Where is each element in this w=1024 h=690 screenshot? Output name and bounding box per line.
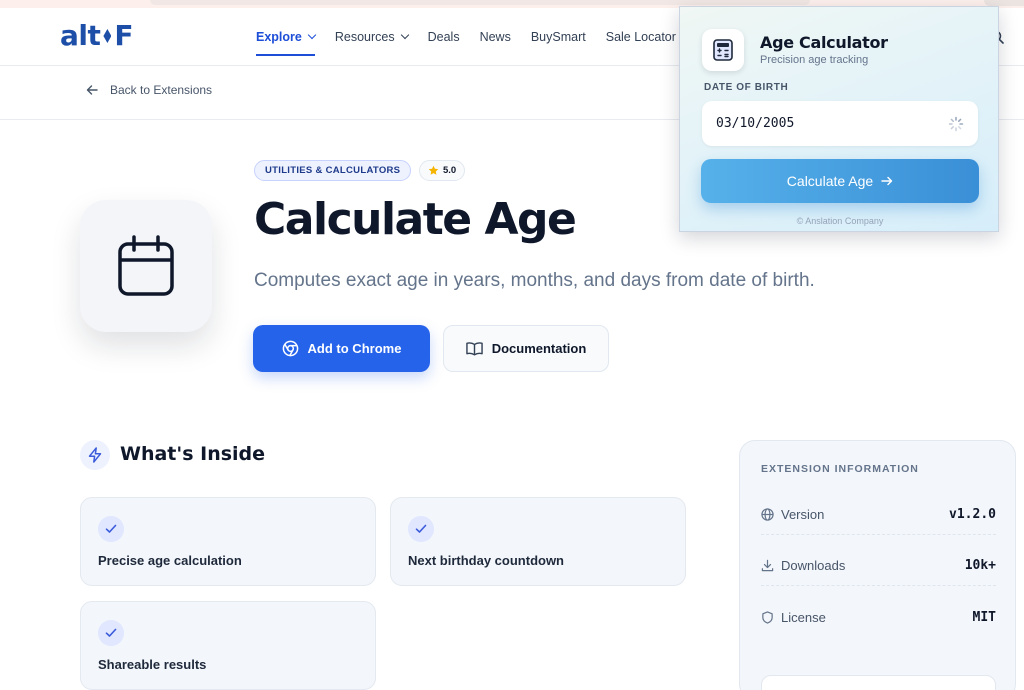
calendar-icon xyxy=(118,235,174,296)
feature-label: Precise age calculation xyxy=(98,553,242,568)
site-logo[interactable]: alt F xyxy=(60,19,134,52)
nav-explore[interactable]: Explore xyxy=(256,8,317,66)
main-nav: Explore Resources Deals News BuySmart Sa… xyxy=(256,8,696,66)
calculate-age-button[interactable]: Calculate Age xyxy=(701,159,979,203)
nav-resources[interactable]: Resources xyxy=(335,8,409,66)
add-to-chrome-button[interactable]: Add to Chrome xyxy=(253,325,430,372)
check-icon xyxy=(98,516,124,542)
page-title: Calculate Age xyxy=(254,194,577,245)
feature-card: Precise age calculation xyxy=(80,497,376,586)
popup-title: Age Calculator xyxy=(760,33,888,52)
nav-sale-locator[interactable]: Sale Locator xyxy=(606,8,676,66)
book-open-icon xyxy=(465,342,483,356)
info-row-downloads: Downloads 10k+ xyxy=(761,546,996,586)
lightning-icon-badge xyxy=(80,440,110,470)
globe-icon xyxy=(761,508,774,521)
arrow-right-icon xyxy=(881,176,893,186)
logo-diamond-icon xyxy=(103,29,112,43)
popup-footer: © Anslation Company xyxy=(796,216,884,226)
extension-popup: Age Calculator Precision age tracking DA… xyxy=(679,6,999,232)
popup-subtitle: Precision age tracking xyxy=(760,54,869,66)
feature-label: Next birthday countdown xyxy=(408,553,564,568)
nav-deals[interactable]: Deals xyxy=(428,8,460,66)
back-to-extensions-link[interactable]: Back to Extensions xyxy=(86,83,212,97)
loading-spinner-icon xyxy=(948,116,964,132)
arrow-left-icon xyxy=(86,85,98,95)
documentation-button[interactable]: Documentation xyxy=(443,325,609,372)
chrome-icon xyxy=(282,340,298,357)
check-icon xyxy=(98,620,124,646)
chevron-down-icon xyxy=(400,30,409,40)
nav-buysmart[interactable]: BuySmart xyxy=(531,8,586,66)
feature-card: Shareable results xyxy=(80,601,376,690)
calculator-icon xyxy=(713,39,733,61)
extension-icon-tile xyxy=(80,200,212,332)
section-title-whats-inside: What's Inside xyxy=(120,443,266,465)
page-description: Computes exact age in years, months, and… xyxy=(254,270,815,291)
info-card-title: EXTENSION INFORMATION xyxy=(761,463,919,475)
info-row-version: Version v1.2.0 xyxy=(761,495,996,535)
star-icon xyxy=(428,165,439,175)
browser-address-bar-edge xyxy=(150,0,810,5)
info-row-license: License MIT xyxy=(761,597,996,637)
shield-icon xyxy=(762,610,773,624)
nav-news[interactable]: News xyxy=(480,8,511,66)
chevron-down-icon xyxy=(307,30,317,40)
check-icon xyxy=(408,516,434,542)
category-badge[interactable]: UTILITIES & CALCULATORS xyxy=(254,160,412,181)
download-icon xyxy=(761,559,774,572)
feature-card: Next birthday countdown xyxy=(390,497,686,586)
info-card-footer xyxy=(761,675,996,690)
calculator-app-icon xyxy=(702,29,744,71)
lightning-icon xyxy=(88,447,102,463)
extension-info-card: EXTENSION INFORMATION Version v1.2.0 Dow… xyxy=(739,440,1016,690)
dob-label: DATE OF BIRTH xyxy=(704,82,789,93)
dob-input[interactable] xyxy=(702,101,978,146)
feature-label: Shareable results xyxy=(98,657,207,672)
rating-badge: 5.0 xyxy=(419,160,466,181)
